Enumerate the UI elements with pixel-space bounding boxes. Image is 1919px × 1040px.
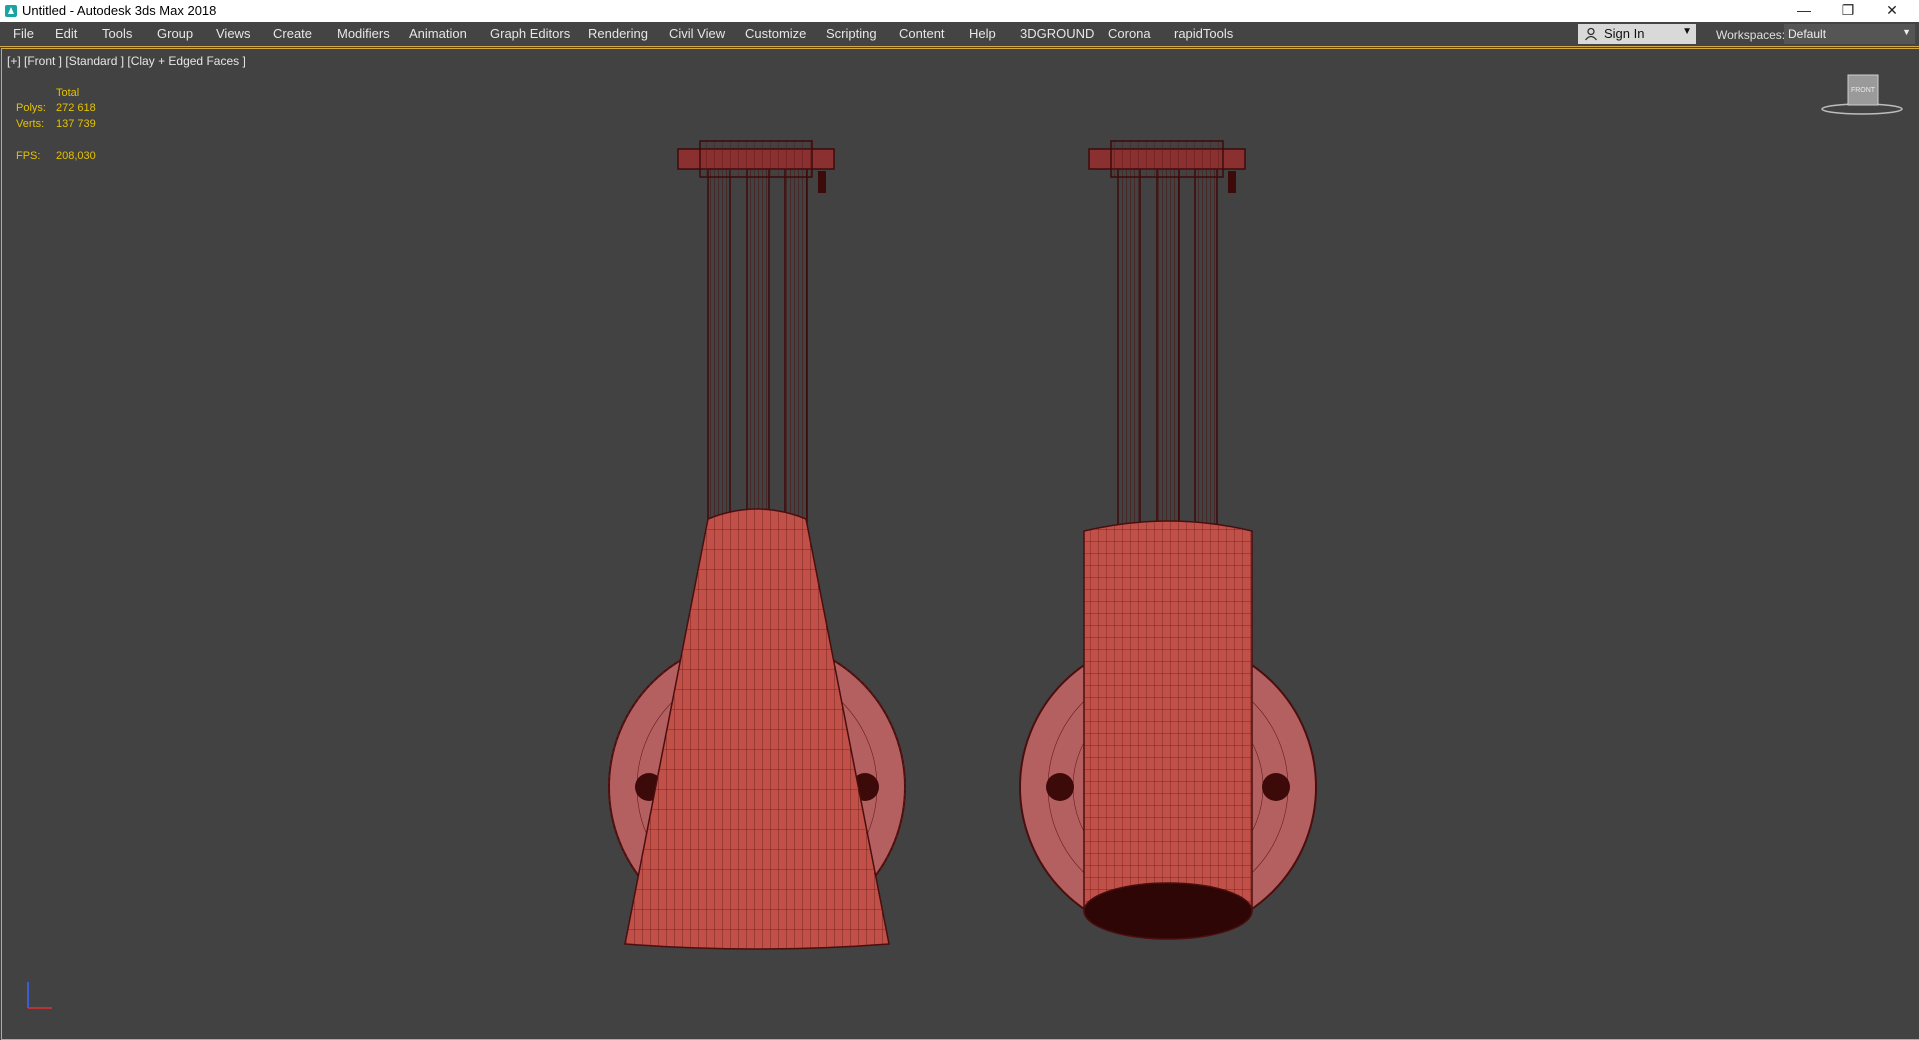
- menu-customize[interactable]: Customize: [745, 26, 806, 41]
- chevron-down-icon: ▼: [1682, 26, 1692, 37]
- scene-canvas[interactable]: [2, 49, 1919, 1039]
- workspace-value: Default: [1788, 27, 1827, 41]
- sign-in-label: Sign In: [1604, 26, 1645, 41]
- cylindrical-shade: [1083, 520, 1253, 940]
- menu-group[interactable]: Group: [157, 26, 193, 41]
- workspaces-label: Workspaces:: [1716, 28, 1786, 42]
- menu-civil-view[interactable]: Civil View: [669, 26, 725, 41]
- menu-tools[interactable]: Tools: [102, 26, 132, 41]
- restore-icon[interactable]: ❐: [1826, 0, 1870, 22]
- menu-rapidtools[interactable]: rapidTools: [1174, 26, 1233, 41]
- menu-modifiers[interactable]: Modifiers: [337, 26, 390, 41]
- menu-help[interactable]: Help: [969, 26, 996, 41]
- chevron-down-icon: ▼: [1902, 27, 1911, 37]
- menu-file[interactable]: File: [13, 26, 34, 41]
- workspaces-dropdown[interactable]: Default ▼: [1784, 24, 1915, 44]
- close-icon[interactable]: ✕: [1870, 0, 1914, 22]
- menu-corona[interactable]: Corona: [1108, 26, 1151, 41]
- window-title: Untitled - Autodesk 3ds Max 2018: [22, 3, 217, 18]
- axis-tripod-icon: [27, 982, 52, 1009]
- menu-create[interactable]: Create: [273, 26, 312, 41]
- menu-animation[interactable]: Animation: [409, 26, 467, 41]
- sign-in-dropdown[interactable]: Sign In ▼: [1578, 24, 1696, 44]
- menu-views[interactable]: Views: [216, 26, 250, 41]
- user-icon: [1584, 27, 1598, 41]
- menu-3dground[interactable]: 3DGROUND: [1020, 26, 1094, 41]
- support-rods-right: [1117, 168, 1218, 570]
- sconce-left-model[interactable]: [608, 140, 906, 950]
- title-bar: Untitled - Autodesk 3ds Max 2018 — ❐ ✕: [0, 0, 1919, 22]
- menu-edit[interactable]: Edit: [55, 26, 77, 41]
- menu-rendering[interactable]: Rendering: [588, 26, 648, 41]
- minimize-icon[interactable]: —: [1782, 0, 1826, 22]
- viewcube-face-label: FRONT: [1851, 87, 1876, 94]
- menu-graph-editors[interactable]: Graph Editors: [490, 26, 570, 41]
- menu-scripting[interactable]: Scripting: [826, 26, 877, 41]
- 3dsmax-app-icon: [5, 5, 17, 17]
- front-viewport[interactable]: [+] [Front ] [Standard ] [Clay + Edged F…: [1, 48, 1919, 1040]
- sconce-right-model[interactable]: [1019, 140, 1317, 940]
- menu-content[interactable]: Content: [899, 26, 945, 41]
- viewcube-icon[interactable]: FRONT: [1817, 71, 1907, 119]
